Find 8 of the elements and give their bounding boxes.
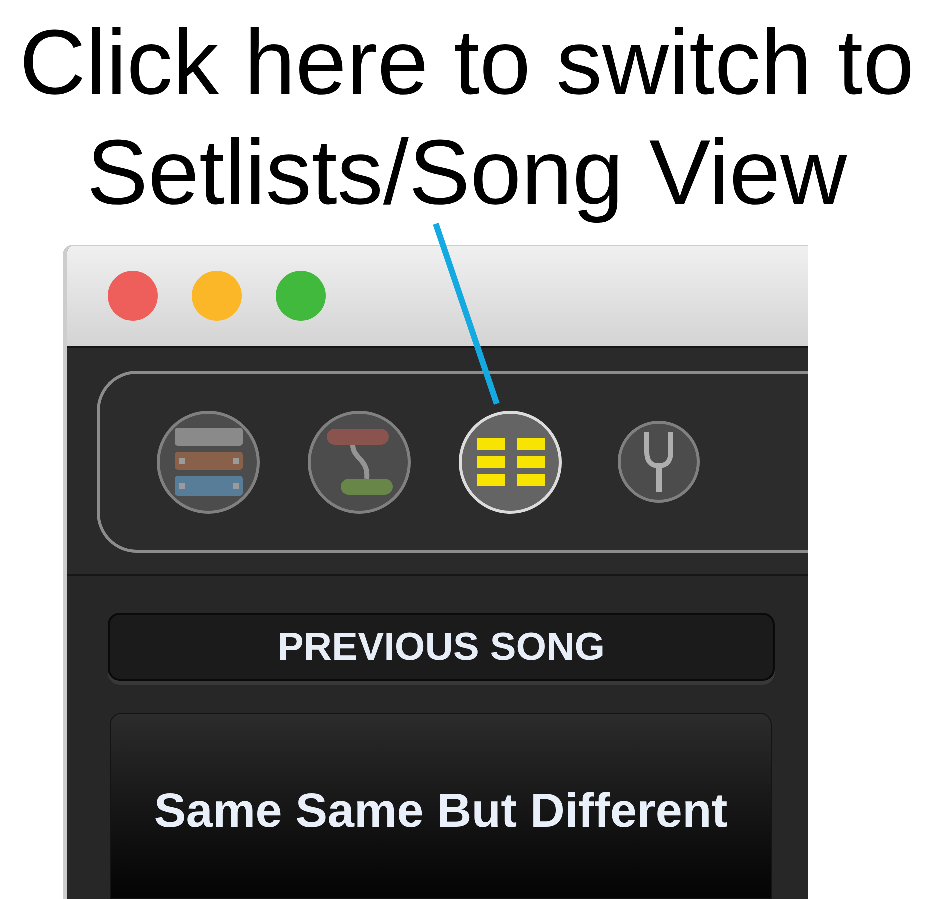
- song-title: Same Same But Different: [154, 784, 728, 840]
- zoom-button[interactable]: [276, 271, 326, 321]
- close-button[interactable]: [108, 271, 158, 321]
- tuning-fork-icon: [643, 432, 675, 492]
- grid-icon: [476, 438, 544, 486]
- annotation-text: Click here to switch to Setlists/Song View: [20, 11, 914, 226]
- stacked-bars-icon: [174, 428, 242, 496]
- connected-bars-icon: [326, 429, 392, 495]
